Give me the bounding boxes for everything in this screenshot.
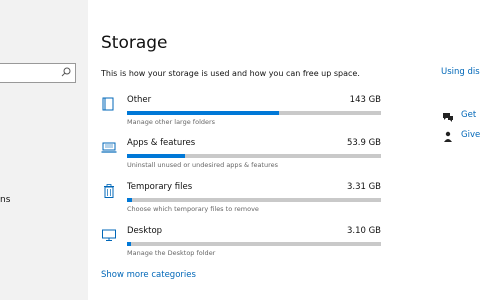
show-more-categories-link[interactable]: Show more categories bbox=[101, 270, 196, 280]
category-name: Desktop bbox=[127, 226, 163, 236]
category-size: 53.9 GB bbox=[346, 138, 381, 148]
usage-bar bbox=[127, 154, 381, 158]
search-input[interactable] bbox=[0, 63, 76, 83]
laptop-icon bbox=[101, 139, 117, 155]
usage-bar bbox=[127, 242, 381, 246]
category-desc: Uninstall unused or undesired apps & fea… bbox=[127, 161, 279, 169]
related-settings-panel: Using dis Get Give bbox=[432, 0, 480, 300]
using-disk-link[interactable]: Using dis bbox=[441, 67, 480, 77]
usage-bar-fill bbox=[127, 154, 186, 158]
usage-bar-fill bbox=[127, 242, 131, 246]
category-desc: Choose which temporary files to remove bbox=[127, 205, 259, 213]
help-chat-icon bbox=[442, 108, 454, 122]
page-title: Storage bbox=[101, 33, 168, 53]
usage-bar-fill bbox=[127, 111, 280, 115]
usage-bar-fill bbox=[127, 198, 133, 202]
get-help-link[interactable]: Get bbox=[461, 110, 476, 120]
search-icon[interactable] bbox=[61, 67, 71, 81]
usage-bar bbox=[127, 111, 381, 115]
sidebar-item-label[interactable]: ns bbox=[0, 195, 10, 205]
sidebar: ns bbox=[0, 0, 88, 300]
folder-icon bbox=[101, 96, 117, 112]
category-desc: Manage other large folders bbox=[127, 118, 216, 126]
category-desc: Manage the Desktop folder bbox=[127, 249, 216, 257]
category-name: Temporary files bbox=[127, 182, 193, 192]
category-name: Other bbox=[127, 95, 152, 105]
intro-text: This is how your storage is used and how… bbox=[101, 69, 360, 78]
trash-icon bbox=[101, 183, 117, 199]
category-size: 3.10 GB bbox=[346, 226, 381, 236]
give-feedback-link[interactable]: Give bbox=[461, 130, 480, 140]
category-name: Apps & features bbox=[127, 138, 196, 148]
monitor-icon bbox=[101, 227, 117, 243]
category-size: 3.31 GB bbox=[346, 182, 381, 192]
usage-bar bbox=[127, 198, 381, 202]
category-size: 143 GB bbox=[349, 95, 381, 105]
feedback-icon bbox=[442, 128, 454, 142]
